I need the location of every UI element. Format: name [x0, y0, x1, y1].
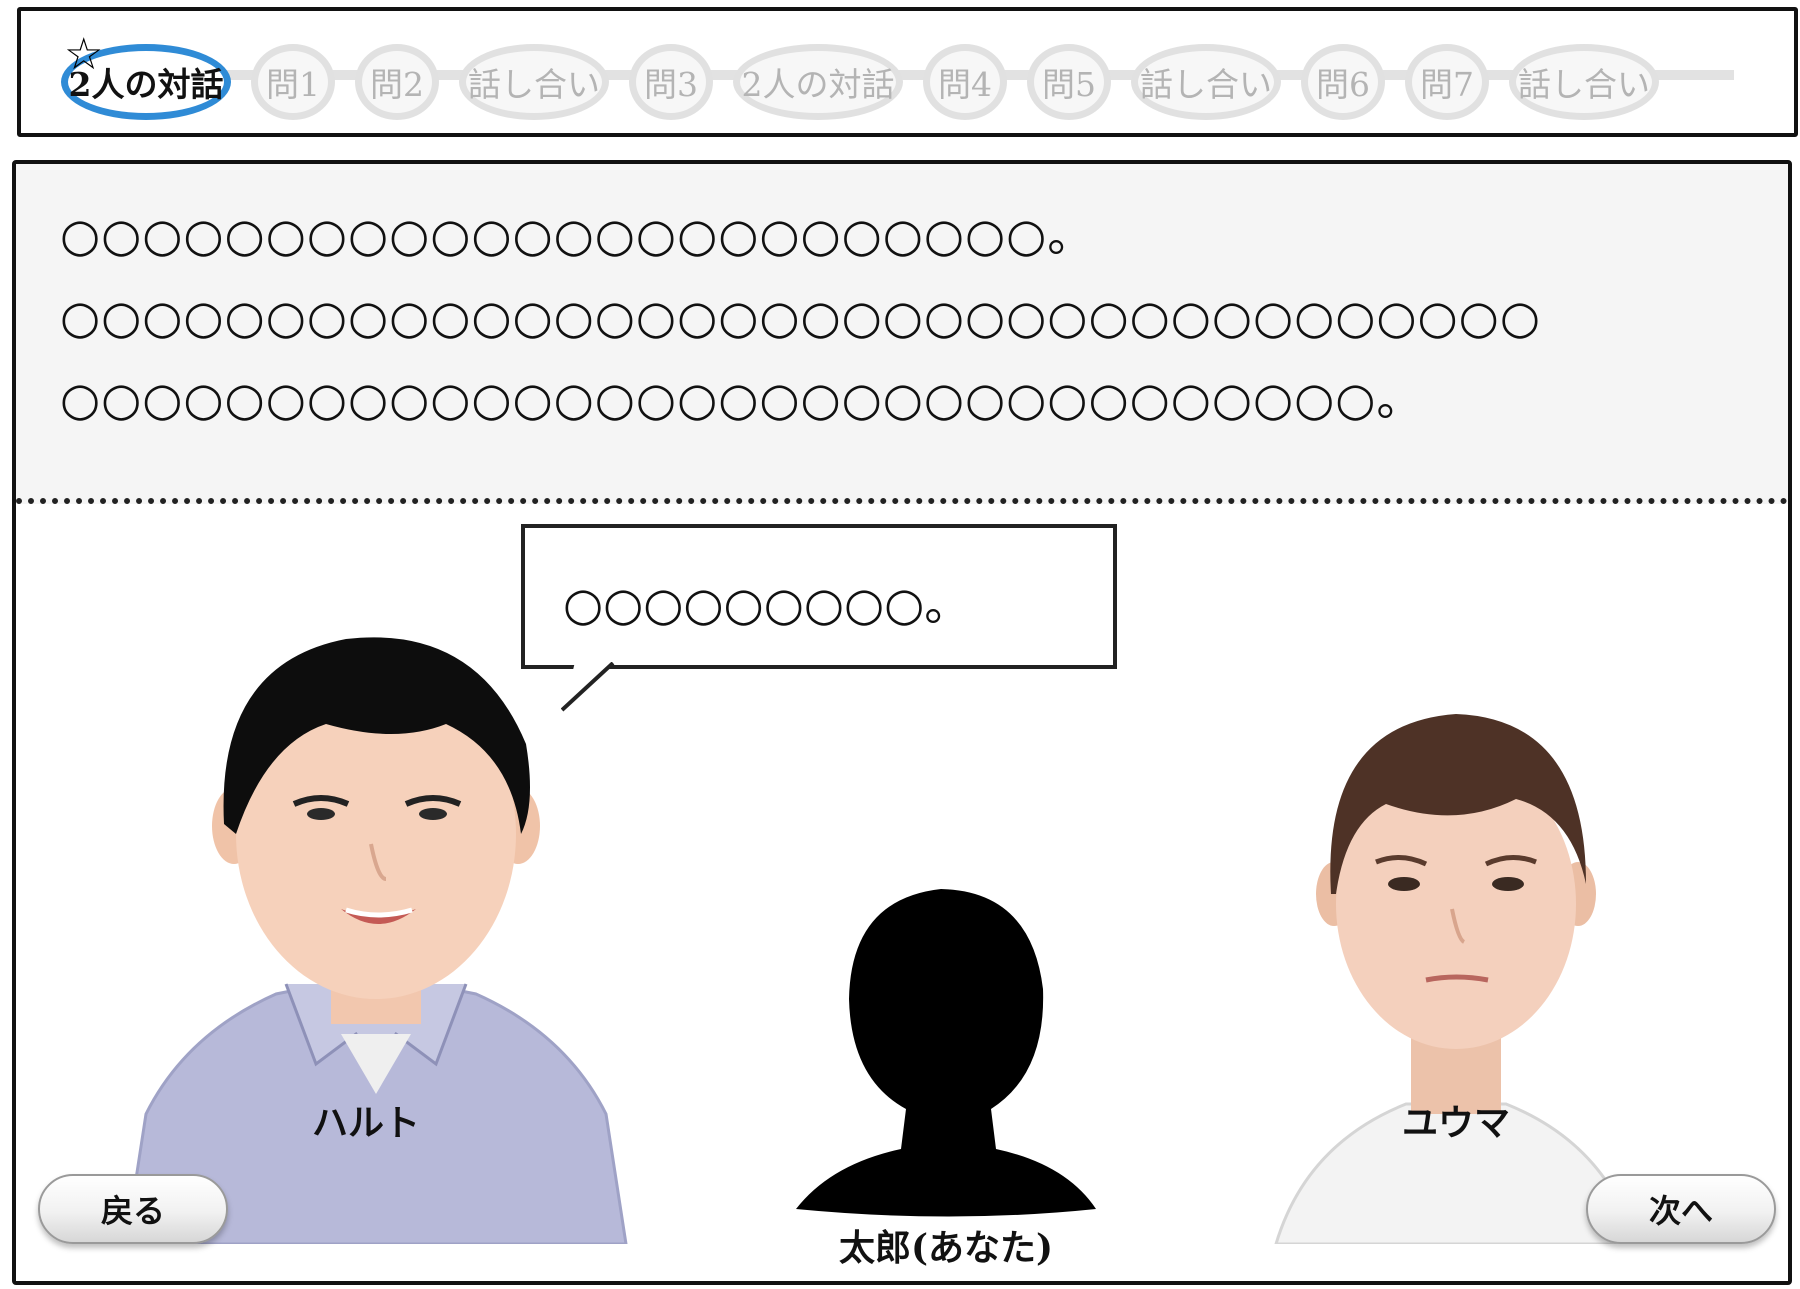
progress-steps: 2人の対話 問1 問2 話し合い 問3 2人の対話 問4 問5 話し合い 問6 …	[61, 41, 1659, 123]
step-discussion-2[interactable]: 話し合い	[1131, 44, 1281, 120]
narration-line: ○○○○○○○○○○○○○○○○○○○○○○○○。	[60, 208, 1095, 262]
step-label: 2人の対話	[741, 65, 895, 104]
next-button[interactable]: 次へ	[1586, 1174, 1776, 1244]
step-label: 話し合い	[1518, 65, 1650, 104]
narration-line: ○○○○○○○○○○○○○○○○○○○○○○○○○○○○○○○○○○○○	[60, 290, 1541, 344]
yuuma-name-label: ユウマ	[1401, 1102, 1510, 1144]
back-button[interactable]: 戻る	[38, 1174, 228, 1244]
progress-bar: 2人の対話 問1 問2 話し合い 問3 2人の対話 問4 問5 話し合い 問6 …	[17, 7, 1798, 137]
main-panel: ○○○○○○○○○○○○○○○○○○○○○○○○。 ○○○○○○○○○○○○○○…	[12, 160, 1792, 1285]
taro-silhouette	[796, 889, 1096, 1217]
taro-name-label: 太郎(あなた)	[838, 1227, 1054, 1269]
step-label: 話し合い	[1140, 65, 1272, 104]
step-label: 問6	[1316, 65, 1370, 104]
step-label: 問1	[266, 65, 320, 104]
haruto-name-label: ハルト	[311, 1102, 420, 1144]
step-q4[interactable]: 問4	[923, 44, 1007, 120]
step-dialogue-2[interactable]: 2人の対話	[733, 44, 903, 120]
step-discussion-3[interactable]: 話し合い	[1509, 44, 1659, 120]
step-label: 問5	[1042, 65, 1096, 104]
step-q6[interactable]: 問6	[1301, 44, 1385, 120]
yuuma-avatar	[1274, 714, 1638, 1244]
step-label: 話し合い	[468, 65, 600, 104]
step-label: 問7	[1420, 65, 1474, 104]
haruto-avatar	[124, 637, 628, 1244]
step-q2[interactable]: 問2	[355, 44, 439, 120]
step-discussion-1[interactable]: 話し合い	[459, 44, 609, 120]
star-icon: ☆	[64, 29, 104, 80]
step-label: 問3	[644, 65, 698, 104]
back-button-label: 戻る	[100, 1192, 165, 1230]
step-label: 問2	[370, 65, 424, 104]
narration-box: ○○○○○○○○○○○○○○○○○○○○○○○○。 ○○○○○○○○○○○○○○…	[16, 164, 1788, 504]
step-q5[interactable]: 問5	[1027, 44, 1111, 120]
step-q3[interactable]: 問3	[629, 44, 713, 120]
next-button-label: 次へ	[1648, 1192, 1713, 1230]
step-label: 問4	[938, 65, 992, 104]
step-q1[interactable]: 問1	[251, 44, 335, 120]
narration-line: ○○○○○○○○○○○○○○○○○○○○○○○○○○○○○○○○。	[60, 372, 1424, 426]
step-q7[interactable]: 問7	[1405, 44, 1489, 120]
